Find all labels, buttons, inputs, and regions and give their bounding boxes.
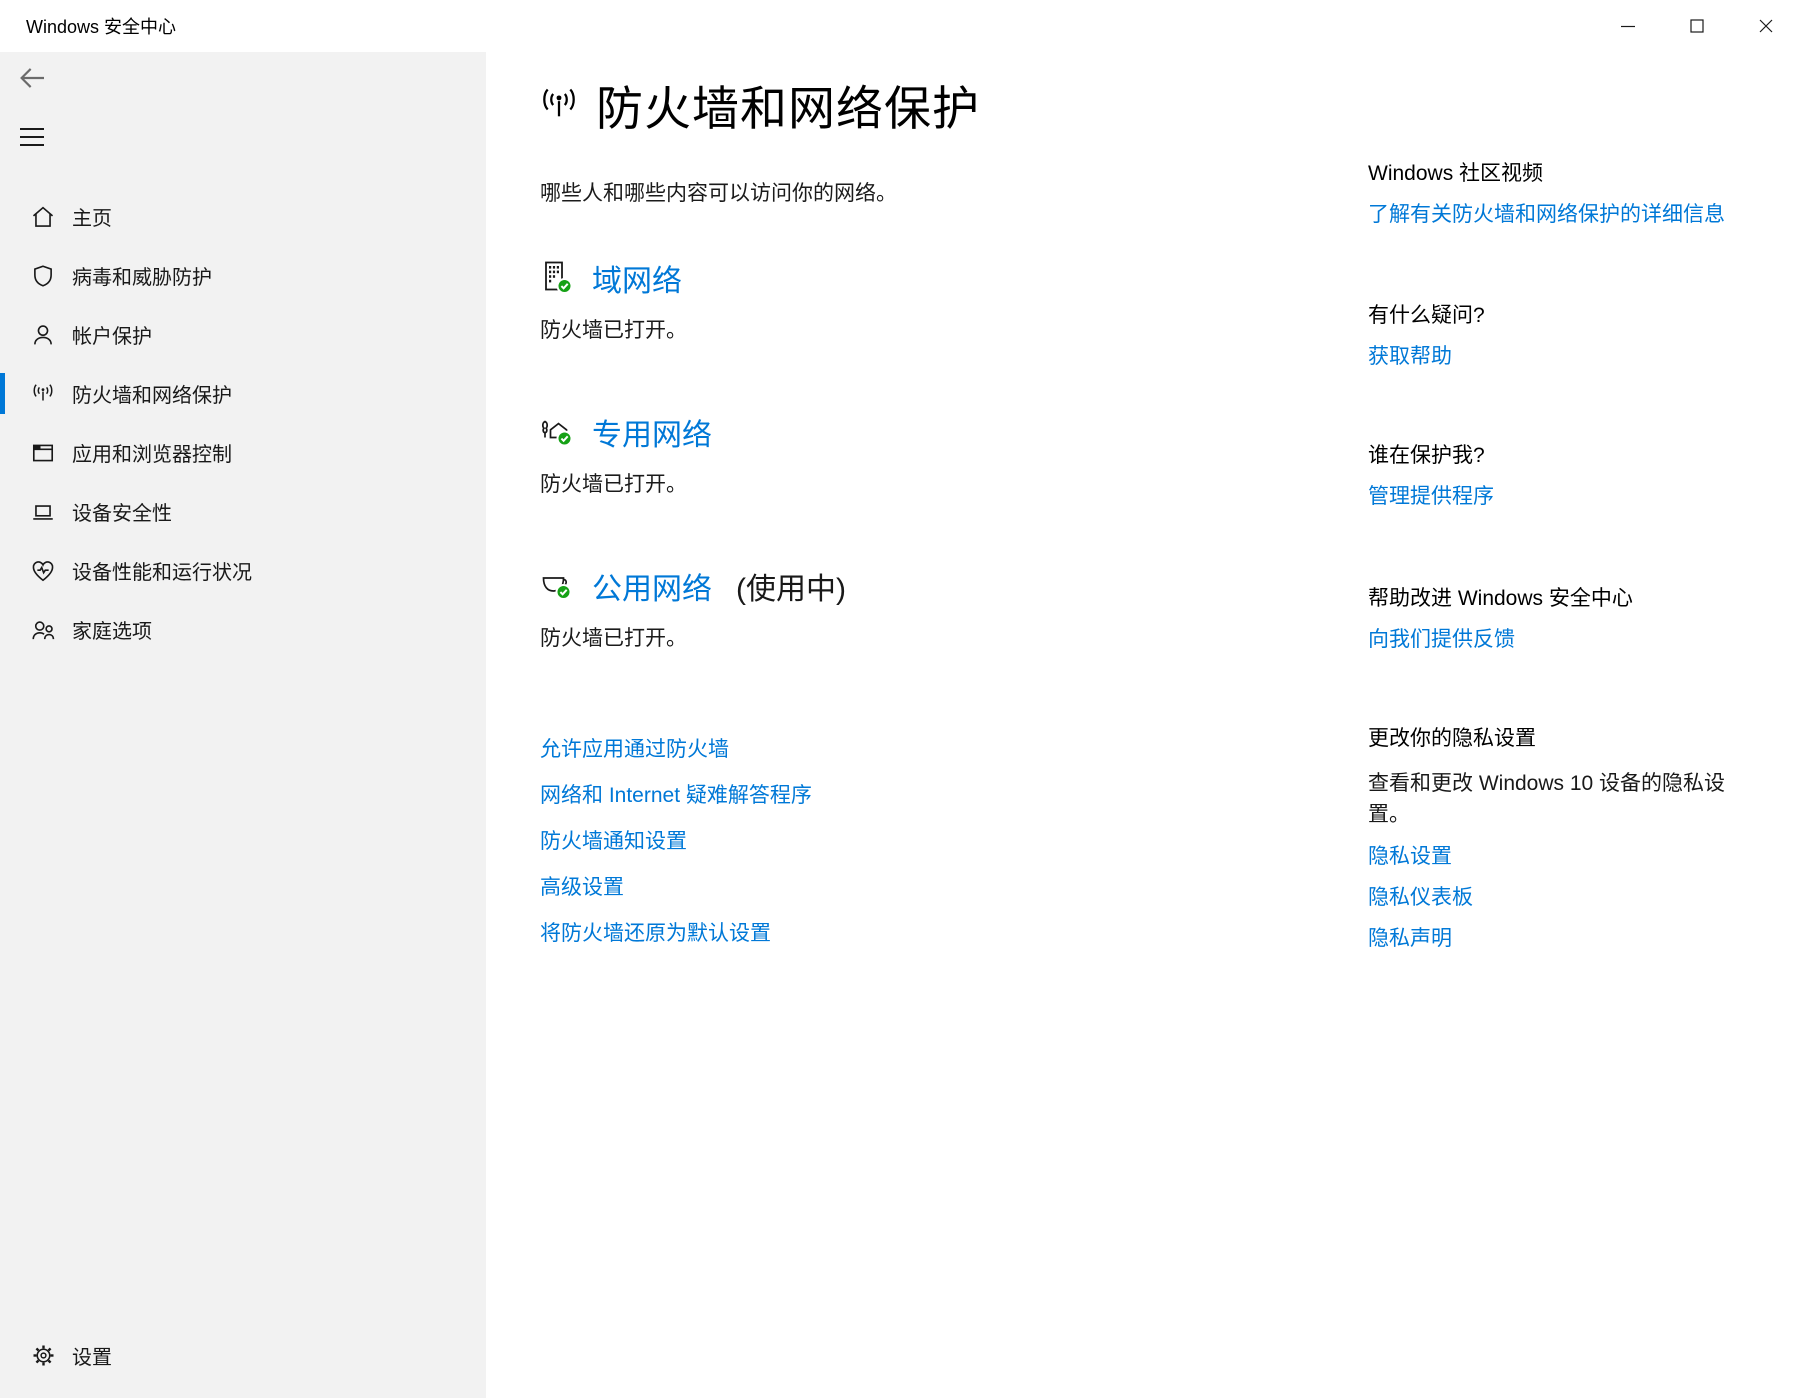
- get-help-link[interactable]: 获取帮助: [1368, 343, 1780, 371]
- window-controls: [1593, 0, 1800, 52]
- privacy-settings-link[interactable]: 隐私设置: [1368, 843, 1780, 871]
- person-icon: [30, 322, 56, 348]
- sidebar-nav: 主页 病毒和威胁防护 帐户保护 防火墙和网络保护: [0, 187, 486, 659]
- sidebar-item-label: 主页: [72, 202, 112, 231]
- sidebar: 主页 病毒和威胁防护 帐户保护 防火墙和网络保护: [0, 52, 486, 1398]
- public-network-active-suffix: (使用中): [736, 564, 846, 608]
- sidebar-item-home[interactable]: 主页: [0, 187, 486, 246]
- sidebar-item-label: 病毒和威胁防护: [72, 261, 212, 290]
- domain-network-section: 域网络 防火墙已打开。: [538, 256, 687, 344]
- privacy-statement-link[interactable]: 隐私声明: [1368, 925, 1780, 953]
- private-network-icon: [538, 413, 576, 451]
- manage-providers-link[interactable]: 管理提供程序: [1368, 483, 1780, 511]
- minimize-icon: [1616, 14, 1640, 38]
- sidebar-item-label: 设备安全性: [72, 497, 172, 526]
- private-network-status: 防火墙已打开。: [540, 468, 712, 498]
- settings-label: 设置: [72, 1341, 112, 1370]
- windows-security-window: Windows 安全中心 主页: [0, 0, 1800, 1398]
- help-group-questions: 有什么疑问? 获取帮助: [1368, 302, 1780, 371]
- public-network-status: 防火墙已打开。: [540, 622, 846, 652]
- help-heading: 帮助改进 Windows 安全中心: [1368, 585, 1780, 613]
- sidebar-item-family-options[interactable]: 家庭选项: [0, 600, 486, 659]
- sidebar-item-label: 家庭选项: [72, 615, 152, 644]
- page-subtitle: 哪些人和哪些内容可以访问你的网络。: [540, 177, 897, 207]
- shield-icon: [30, 263, 56, 289]
- help-heading: 有什么疑问?: [1368, 302, 1780, 330]
- firewall-icon: [30, 381, 56, 407]
- active-indicator: [0, 373, 5, 414]
- public-network-icon: [538, 567, 576, 605]
- help-heading: 谁在保护我?: [1368, 442, 1780, 470]
- help-group-community-videos: Windows 社区视频 了解有关防火墙和网络保护的详细信息: [1368, 160, 1780, 229]
- sidebar-item-virus-threat-protection[interactable]: 病毒和威胁防护: [0, 246, 486, 305]
- sidebar-item-settings[interactable]: 设置: [0, 1326, 486, 1385]
- restore-firewall-defaults-link[interactable]: 将防火墙还原为默认设置: [540, 920, 812, 948]
- sidebar-item-account-protection[interactable]: 帐户保护: [0, 305, 486, 364]
- sidebar-item-label: 帐户保护: [72, 320, 152, 349]
- maximize-button[interactable]: [1662, 0, 1731, 52]
- gear-icon: [30, 1343, 56, 1369]
- page-title: 防火墙和网络保护: [596, 70, 980, 139]
- back-button[interactable]: [14, 60, 50, 96]
- sidebar-item-label: 设备性能和运行状况: [72, 556, 252, 585]
- back-arrow-icon: [16, 62, 48, 94]
- help-group-who-protects-me: 谁在保护我? 管理提供程序: [1368, 442, 1780, 511]
- domain-network-status: 防火墙已打开。: [540, 314, 687, 344]
- learn-more-firewall-link[interactable]: 了解有关防火墙和网络保护的详细信息: [1368, 201, 1780, 229]
- window-title: Windows 安全中心: [26, 13, 176, 39]
- app-browser-icon: [30, 440, 56, 466]
- help-heading: 更改你的隐私设置: [1368, 725, 1780, 753]
- help-heading: Windows 社区视频: [1368, 160, 1780, 188]
- advanced-settings-link[interactable]: 高级设置: [540, 874, 812, 902]
- allow-app-through-firewall-link[interactable]: 允许应用通过防火墙: [540, 736, 812, 764]
- sidebar-item-label: 应用和浏览器控制: [72, 438, 232, 467]
- hamburger-icon: [17, 124, 47, 150]
- privacy-description: 查看和更改 Windows 10 设备的隐私设置。: [1368, 768, 1746, 830]
- minimize-button[interactable]: [1593, 0, 1662, 52]
- close-button[interactable]: [1731, 0, 1800, 52]
- maximize-icon: [1685, 14, 1709, 38]
- family-icon: [30, 617, 56, 643]
- sidebar-item-app-browser-control[interactable]: 应用和浏览器控制: [0, 423, 486, 482]
- close-icon: [1754, 14, 1778, 38]
- sidebar-item-firewall-network-protection[interactable]: 防火墙和网络保护: [0, 364, 486, 423]
- page-header: 防火墙和网络保护: [538, 70, 980, 139]
- privacy-dashboard-link[interactable]: 隐私仪表板: [1368, 884, 1780, 912]
- firewall-notification-settings-link[interactable]: 防火墙通知设置: [540, 828, 812, 856]
- firewall-page-icon: [538, 84, 580, 126]
- private-network-link[interactable]: 专用网络: [592, 410, 712, 454]
- hamburger-menu-button[interactable]: [14, 122, 50, 152]
- give-feedback-link[interactable]: 向我们提供反馈: [1368, 626, 1780, 654]
- sidebar-item-device-security[interactable]: 设备安全性: [0, 482, 486, 541]
- home-icon: [30, 204, 56, 230]
- public-network-section: 公用网络 (使用中) 防火墙已打开。: [538, 564, 846, 652]
- domain-network-icon: [538, 259, 576, 297]
- firewall-action-links: 允许应用通过防火墙 网络和 Internet 疑难解答程序 防火墙通知设置 高级…: [540, 736, 812, 966]
- sidebar-item-label: 防火墙和网络保护: [72, 379, 232, 408]
- network-internet-troubleshooter-link[interactable]: 网络和 Internet 疑难解答程序: [540, 782, 812, 810]
- heart-pulse-icon: [30, 558, 56, 584]
- titlebar: Windows 安全中心: [0, 0, 1800, 52]
- private-network-section: 专用网络 防火墙已打开。: [538, 410, 712, 498]
- public-network-link[interactable]: 公用网络: [592, 564, 712, 608]
- sidebar-item-device-performance-health[interactable]: 设备性能和运行状况: [0, 541, 486, 600]
- laptop-icon: [30, 499, 56, 525]
- domain-network-link[interactable]: 域网络: [592, 256, 682, 300]
- help-group-privacy-settings: 更改你的隐私设置 查看和更改 Windows 10 设备的隐私设置。 隐私设置 …: [1368, 725, 1780, 953]
- help-group-improve-security: 帮助改进 Windows 安全中心 向我们提供反馈: [1368, 585, 1780, 654]
